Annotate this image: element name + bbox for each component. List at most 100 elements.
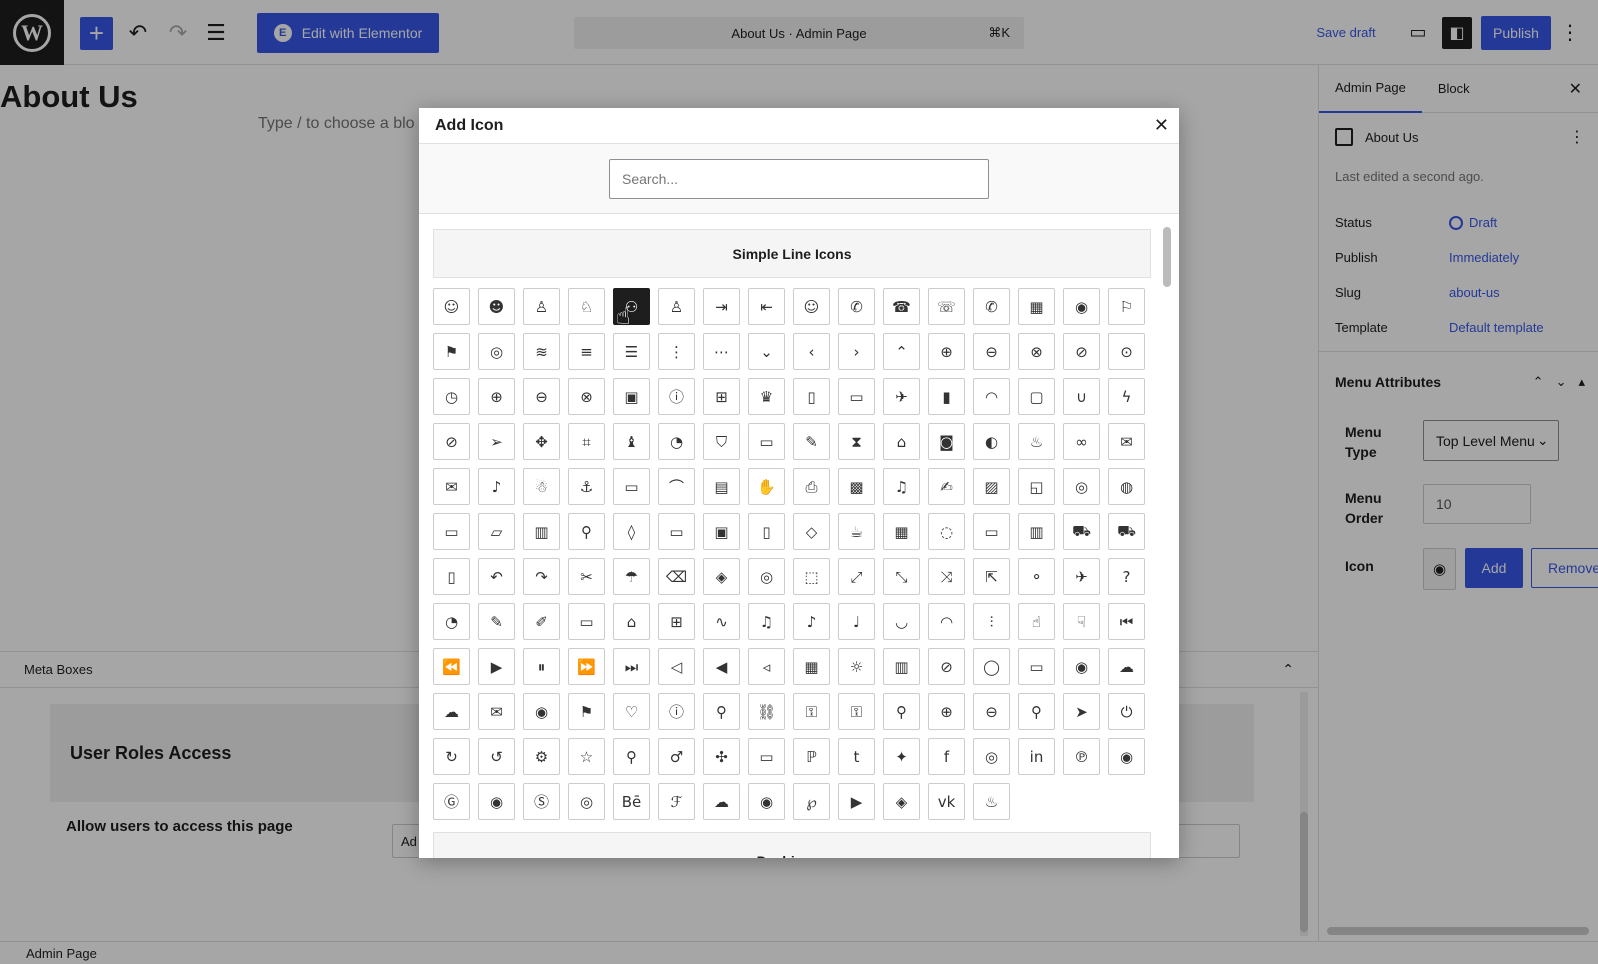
icon-option[interactable]: ✉ (433, 468, 470, 505)
icon-option[interactable]: ℗ (1063, 738, 1100, 775)
icon-option[interactable]: ♫ (883, 468, 920, 505)
icon-option[interactable]: ♨ (1018, 423, 1055, 460)
icon-option[interactable]: › (838, 333, 875, 370)
icon-option[interactable]: ☆ (568, 738, 605, 775)
icon-option[interactable]: ⚓ (568, 468, 605, 505)
icon-option[interactable]: vk (928, 783, 965, 820)
icon-option[interactable]: ♛ (748, 378, 785, 415)
icon-option[interactable]: ▯ (748, 513, 785, 550)
icon-option[interactable]: ⏮ (1108, 603, 1145, 640)
icon-option[interactable]: ♂ (658, 738, 695, 775)
icon-option[interactable]: ♫ (748, 603, 785, 640)
icon-option[interactable]: ✂ (568, 558, 605, 595)
icon-option[interactable]: ◐ (973, 423, 1010, 460)
icon-search-input[interactable] (609, 159, 989, 199)
icon-option[interactable]: ↷ (523, 558, 560, 595)
icon-option[interactable]: ◀ (703, 648, 740, 685)
icon-option[interactable]: ✋ (748, 468, 785, 505)
icon-option[interactable]: ∪ (1063, 378, 1100, 415)
icon-option[interactable]: ⚲ (883, 693, 920, 730)
icon-option[interactable]: ▯ (433, 558, 470, 595)
icon-option[interactable]: ✈ (1063, 558, 1100, 595)
icon-option[interactable]: ⚿ (793, 693, 830, 730)
icon-option[interactable]: ⌂ (883, 423, 920, 460)
icon-option[interactable]: ⏭ (613, 648, 650, 685)
icon-option[interactable]: ⚲ (613, 738, 650, 775)
icon-option[interactable]: ✣ (703, 738, 740, 775)
icon-option[interactable]: ◉ (523, 693, 560, 730)
icon-option[interactable]: ◉ (478, 783, 515, 820)
icon-option[interactable]: ▮ (928, 378, 965, 415)
icon-option[interactable]: ♩ (838, 603, 875, 640)
icon-option[interactable]: ☃ (523, 468, 560, 505)
icon-option[interactable]: ⤨ (928, 558, 965, 595)
icon-option[interactable]: ♙ (523, 288, 560, 325)
icon-option[interactable]: ⏻ (1108, 693, 1145, 730)
icon-option[interactable]: ◔ (433, 603, 470, 640)
icon-option[interactable]: ⛟ (1063, 513, 1100, 550)
icon-option[interactable]: ⌫ (658, 558, 695, 595)
icon-option[interactable]: ✐ (523, 603, 560, 640)
icon-option[interactable]: ▥ (1018, 513, 1055, 550)
icon-option[interactable]: ▭ (658, 513, 695, 550)
icon-option[interactable]: ⊘ (433, 423, 470, 460)
close-icon[interactable]: ✕ (1154, 115, 1169, 136)
icon-option[interactable]: ◁ (658, 648, 695, 685)
icon-option[interactable]: ⊗ (568, 378, 605, 415)
icon-option[interactable]: ⌒ (658, 468, 695, 505)
icon-option[interactable]: ▭ (748, 423, 785, 460)
icon-option[interactable]: ♪ (478, 468, 515, 505)
icon-option[interactable]: ➤ (1063, 693, 1100, 730)
icon-option[interactable]: ⎙ (793, 468, 830, 505)
icon-option[interactable]: ◌ (928, 513, 965, 550)
icon-option[interactable]: ➢ (478, 423, 515, 460)
icon-option[interactable]: ☟ (1063, 603, 1100, 640)
icon-option[interactable]: ◇ (793, 513, 830, 550)
icon-option[interactable]: ⏩ (568, 648, 605, 685)
modal-scrollbar[interactable] (1163, 219, 1171, 849)
icon-option[interactable]: ▱ (478, 513, 515, 550)
icon-option[interactable]: ⌂ (613, 603, 650, 640)
icon-option[interactable]: ⏸ (523, 648, 560, 685)
icon-option[interactable]: ♙ (658, 288, 695, 325)
icon-option[interactable]: ⛓ (748, 693, 785, 730)
icon-option[interactable]: ☕ (838, 513, 875, 550)
icon-option[interactable]: ♨ (973, 783, 1010, 820)
icon-option[interactable]: ◎ (478, 333, 515, 370)
icon-option[interactable]: Ⓖ (433, 783, 470, 820)
icon-option[interactable]: ⚲ (703, 693, 740, 730)
icon-option[interactable]: ▭ (433, 513, 470, 550)
icon-option[interactable]: ↺ (478, 738, 515, 775)
icon-option[interactable]: ⊗ (1018, 333, 1055, 370)
icon-option[interactable]: ▨ (973, 468, 1010, 505)
icon-option[interactable]: ⏪ (433, 648, 470, 685)
icon-option[interactable]: ⌄ (748, 333, 785, 370)
icon-option[interactable]: ⚑ (433, 333, 470, 370)
icon-option[interactable]: ◈ (883, 783, 920, 820)
icon-option[interactable]: ☏ (928, 288, 965, 325)
icon-option[interactable]: ♪ (793, 603, 830, 640)
icon-option[interactable]: ✎ (793, 423, 830, 460)
icon-option[interactable]: ⧗ (838, 423, 875, 460)
icon-option[interactable]: ☺ (793, 288, 830, 325)
icon-option[interactable]: Bē (613, 783, 650, 820)
icon-option[interactable]: ♝ (613, 423, 650, 460)
icon-option[interactable]: ⌃ (883, 333, 920, 370)
icon-option[interactable]: ⋮ (658, 333, 695, 370)
icon-option[interactable]: ℘ (793, 783, 830, 820)
icon-option[interactable]: ◉ (1063, 288, 1100, 325)
icon-option[interactable]: ⓘ (658, 378, 695, 415)
icon-option[interactable]: ♘ (568, 288, 605, 325)
icon-option[interactable]: ↻ (433, 738, 470, 775)
icon-option[interactable]: f (928, 738, 965, 775)
icon-option[interactable]: ⊕ (928, 693, 965, 730)
icon-option[interactable]: ⋯ (703, 333, 740, 370)
icon-option[interactable]: ◱ (1018, 468, 1055, 505)
icon-option[interactable]: ⤢ (838, 558, 875, 595)
icon-option[interactable]: ◷ (433, 378, 470, 415)
icon-option[interactable]: ⊖ (973, 693, 1010, 730)
icon-option[interactable]: ☺ (433, 288, 470, 325)
icon-option[interactable]: ◠ (928, 603, 965, 640)
icon-option[interactable]: ▦ (1018, 288, 1055, 325)
icon-option[interactable]: ▯ (793, 378, 830, 415)
